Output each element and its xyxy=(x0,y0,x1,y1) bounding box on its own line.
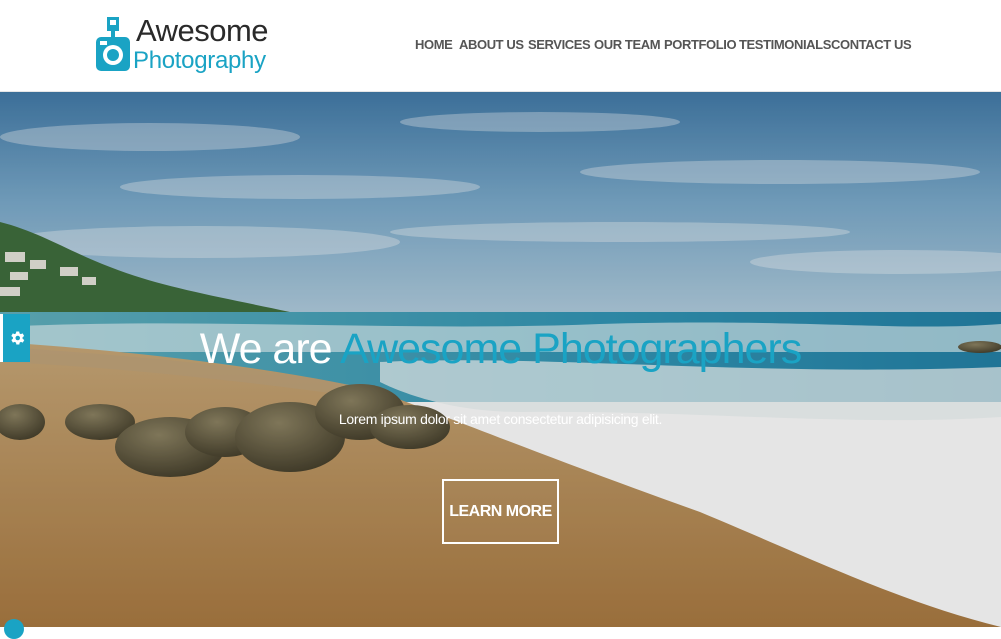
nav-services[interactable]: SERVICES xyxy=(528,37,591,52)
camera-icon xyxy=(96,17,130,71)
brand-line-1: Awesome xyxy=(136,13,269,48)
nav-about-us[interactable]: ABOUT US xyxy=(459,37,524,52)
nav-portfolio[interactable]: PORTFOLIO xyxy=(664,37,737,52)
nav-contact-us[interactable]: CONTACT US xyxy=(831,37,912,52)
nav-our-team[interactable]: OUR TEAM xyxy=(594,37,661,52)
learn-more-button[interactable]: LEARN MORE xyxy=(442,479,559,544)
hero-section: We are Awesome Photographers Lorem ipsum… xyxy=(0,92,1001,627)
hero-title: We are Awesome Photographers xyxy=(0,324,1001,374)
scroll-indicator[interactable] xyxy=(4,619,24,639)
hero-title-accent: Awesome Photographers xyxy=(340,325,802,373)
hero-subtitle: Lorem ipsum dolor sit amet consectetur a… xyxy=(338,411,663,427)
settings-toggle[interactable] xyxy=(0,314,30,362)
nav-home[interactable]: HOME xyxy=(415,37,453,52)
nav-testimonials[interactable]: TESTIMONIALS xyxy=(739,37,831,52)
gear-icon xyxy=(10,331,24,345)
brand-line-2: Photography xyxy=(133,47,266,74)
header: Awesome Photography HOME ABOUT US SERVIC… xyxy=(0,0,1001,92)
hero-title-prefix: We are xyxy=(199,325,333,373)
logo[interactable]: Awesome Photography xyxy=(96,14,269,80)
